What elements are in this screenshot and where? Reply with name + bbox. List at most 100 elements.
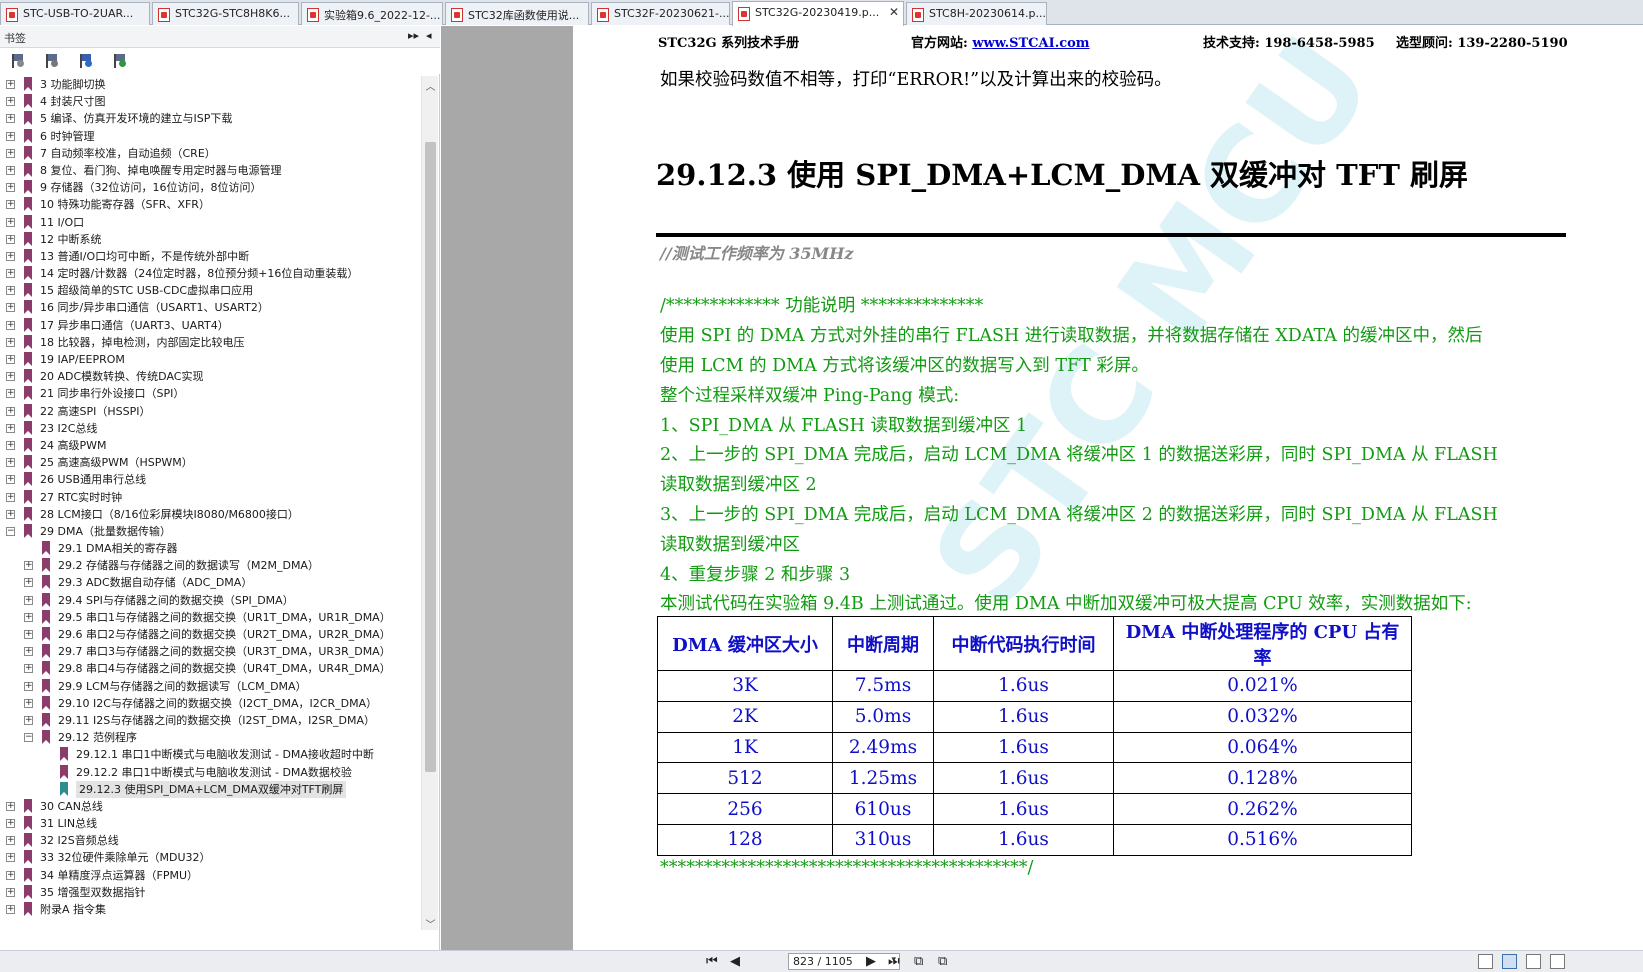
bookmark-item[interactable]: +3 功能脚切换 [0, 76, 421, 93]
bookmark-item[interactable]: +14 定时器/计数器（24位定时器，8位预分频+16位自动重装载） [0, 265, 421, 282]
tab-stc-usb-to-2uart[interactable]: STC-USB-TO-2UAR... [0, 2, 150, 25]
scroll-down-icon[interactable]: ﹀ [424, 916, 437, 931]
tab-stc32-library-manual[interactable]: STC32库函数使用说... [445, 2, 589, 25]
page-number-input[interactable]: 823 / 1105 ▾ [788, 953, 900, 970]
bookmarks-scrollbar[interactable]: ︿ ﹀ [421, 76, 438, 931]
expand-icon[interactable]: + [24, 647, 33, 657]
bookmark-item[interactable]: +19 IAP/EEPROM [0, 351, 421, 368]
expand-icon[interactable]: + [6, 286, 15, 296]
bookmark-item[interactable]: +29.4 SPI与存储器之间的数据交换（SPI_DMA） [0, 592, 421, 609]
bookmark-item[interactable]: +22 高速SPI（HSSPI） [0, 403, 421, 420]
go-back-icon[interactable]: ⧉ [914, 954, 923, 969]
bookmark-item[interactable]: 29.12.3 使用SPI_DMA+LCM_DMA双缓冲对TFT刷屏 [0, 780, 421, 798]
tab-stc8h[interactable]: STC8H-20230614.p... [906, 2, 1047, 25]
bookmark-item[interactable]: +15 超级简单的STC USB-CDC虚拟串口应用 [0, 282, 421, 299]
bookmark-item[interactable]: − 29.12 范例程序 [0, 729, 421, 746]
bookmark-item[interactable]: +11 I/O口 [0, 214, 421, 231]
bookmark-item[interactable]: +9 存储器（32位访问，16位访问，8位访问） [0, 179, 421, 196]
expand-icon[interactable]: + [24, 715, 33, 725]
expand-icon[interactable]: + [6, 80, 15, 89]
bookmark-item[interactable]: +18 比较器，掉电检测，内部固定比较电压 [0, 334, 421, 351]
facing-view-icon[interactable] [1526, 954, 1541, 969]
bookmark-item[interactable]: +23 I2C总线 [0, 420, 421, 437]
expand-icon[interactable]: + [6, 97, 15, 107]
expand-icon[interactable]: + [6, 406, 15, 416]
bookmark-options-icon[interactable] [8, 52, 26, 70]
collapse-icon[interactable]: − [24, 733, 33, 743]
bookmark-item[interactable]: +29.3 ADC数据自动存储（ADC_DMA） [0, 574, 421, 591]
tab-stc32f[interactable]: STC32F-20230621-... [591, 2, 730, 25]
collapse-icon[interactable]: − [6, 526, 15, 536]
first-page-icon[interactable]: ⏮ [706, 954, 718, 969]
bookmark-item[interactable]: − 29 DMA（批量数据传输） [0, 523, 421, 540]
bookmark-item[interactable]: +17 异步串口通信（UART3、UART4） [0, 317, 421, 334]
bookmark-item[interactable]: +30 CAN总线 [0, 798, 421, 815]
expand-icon[interactable]: + [24, 612, 33, 622]
expand-icon[interactable]: + [6, 819, 15, 829]
expand-icon[interactable]: + [24, 578, 33, 588]
bookmark-item[interactable]: +29.8 串口4与存储器之间的数据交换（UR4T_DMA，UR4R_DMA） [0, 660, 421, 677]
go-forward-icon[interactable]: ⧉ [938, 954, 947, 969]
expand-panel-icon[interactable]: ▸▸ [408, 29, 419, 42]
bookmark-settings-icon[interactable] [42, 52, 60, 70]
close-icon[interactable]: ✕ [889, 5, 899, 19]
bookmark-item[interactable]: +5 编译、仿真开发环境的建立与ISP下载 [0, 110, 421, 127]
bookmark-item[interactable]: +7 自动频率校准，自动追频（CRE） [0, 145, 421, 162]
bookmark-item[interactable]: +16 同步/异步串口通信（USART1、USART2） [0, 299, 421, 316]
expand-icon[interactable]: + [6, 320, 15, 330]
expand-icon[interactable]: + [6, 905, 15, 914]
expand-icon[interactable]: + [24, 681, 33, 691]
bookmark-find-icon[interactable] [110, 52, 128, 70]
expand-icon[interactable]: + [24, 664, 33, 674]
expand-icon[interactable]: + [6, 148, 15, 158]
bookmark-item[interactable]: +13 普通I/O口均可中断，不是传统外部中断 [0, 248, 421, 265]
next-page-icon[interactable]: ▶ [866, 954, 876, 969]
bookmark-item[interactable]: +29.10 I2C与存储器之间的数据交换（I2CT_DMA，I2CR_DMA） [0, 695, 421, 712]
bookmark-item[interactable]: +34 单精度浮点运算器（FPMU） [0, 867, 421, 884]
expand-icon[interactable]: + [24, 595, 33, 605]
official-site-link[interactable]: www.STCAI.com [972, 36, 1089, 51]
single-page-view-icon[interactable] [1478, 954, 1493, 969]
bookmark-item[interactable]: +24 高级PWM [0, 437, 421, 454]
bookmark-item[interactable]: +29.7 串口3与存储器之间的数据交换（UR3T_DMA，UR3R_DMA） [0, 643, 421, 660]
bookmark-item[interactable]: +8 复位、看门狗、掉电唤醒专用定时器与电源管理 [0, 162, 421, 179]
expand-icon[interactable]: + [6, 372, 15, 382]
bookmark-item[interactable]: +31 LIN总线 [0, 815, 421, 832]
expand-icon[interactable]: + [24, 698, 33, 708]
bookmark-item[interactable]: +32 I2S音频总线 [0, 832, 421, 849]
expand-icon[interactable]: + [6, 217, 15, 227]
tab-stc32g-active[interactable]: STC32G-20230419.p... ✕ [732, 1, 904, 26]
expand-icon[interactable]: + [6, 183, 15, 193]
bookmark-item[interactable]: +29.2 存储器与存储器之间的数据读写（M2M_DMA） [0, 557, 421, 574]
expand-icon[interactable]: + [6, 114, 15, 124]
bookmark-item[interactable]: 29.12.1 串口1中断模式与电脑收发测试 - DMA接收超时中断 [0, 746, 421, 763]
bookmark-item[interactable]: +4 封装尺寸图 [0, 93, 421, 110]
expand-icon[interactable]: + [6, 458, 15, 468]
expand-icon[interactable]: + [24, 561, 33, 571]
expand-icon[interactable]: + [6, 836, 15, 846]
expand-icon[interactable]: + [6, 440, 15, 450]
expand-icon[interactable]: + [6, 355, 15, 364]
expand-icon[interactable]: + [6, 234, 15, 244]
bookmark-item[interactable]: +27 RTC实时时钟 [0, 489, 421, 506]
collapse-panel-icon[interactable]: ◂ [426, 29, 432, 42]
scroll-up-icon[interactable]: ︿ [424, 78, 437, 93]
last-page-icon[interactable]: ⏭ [888, 954, 900, 969]
bookmark-add-icon[interactable] [76, 52, 94, 70]
expand-icon[interactable]: + [6, 870, 15, 880]
bookmark-item[interactable]: +25 高速高级PWM（HSPWM） [0, 454, 421, 471]
bookmark-item[interactable]: +33 32位硬件乘除单元（MDU32） [0, 849, 421, 866]
bookmark-item[interactable]: +26 USB通用串行总线 [0, 471, 421, 488]
expand-icon[interactable]: + [6, 200, 15, 210]
expand-icon[interactable]: + [6, 251, 15, 261]
scrollbar-thumb[interactable] [425, 142, 436, 772]
expand-icon[interactable]: + [6, 423, 15, 433]
expand-icon[interactable]: + [24, 630, 33, 639]
bookmark-item[interactable]: +29.5 串口1与存储器之间的数据交换（UR1T_DMA，UR1R_DMA） [0, 609, 421, 626]
bookmark-item[interactable]: +29.11 I2S与存储器之间的数据交换（I2ST_DMA，I2SR_DMA） [0, 712, 421, 729]
expand-icon[interactable]: + [6, 389, 15, 399]
expand-icon[interactable]: + [6, 269, 15, 279]
continuous-facing-view-icon[interactable] [1550, 954, 1565, 969]
continuous-view-icon[interactable] [1502, 954, 1517, 969]
bookmark-item[interactable]: 29.12.2 串口1中断模式与电脑收发测试 - DMA数据校验 [0, 764, 421, 781]
